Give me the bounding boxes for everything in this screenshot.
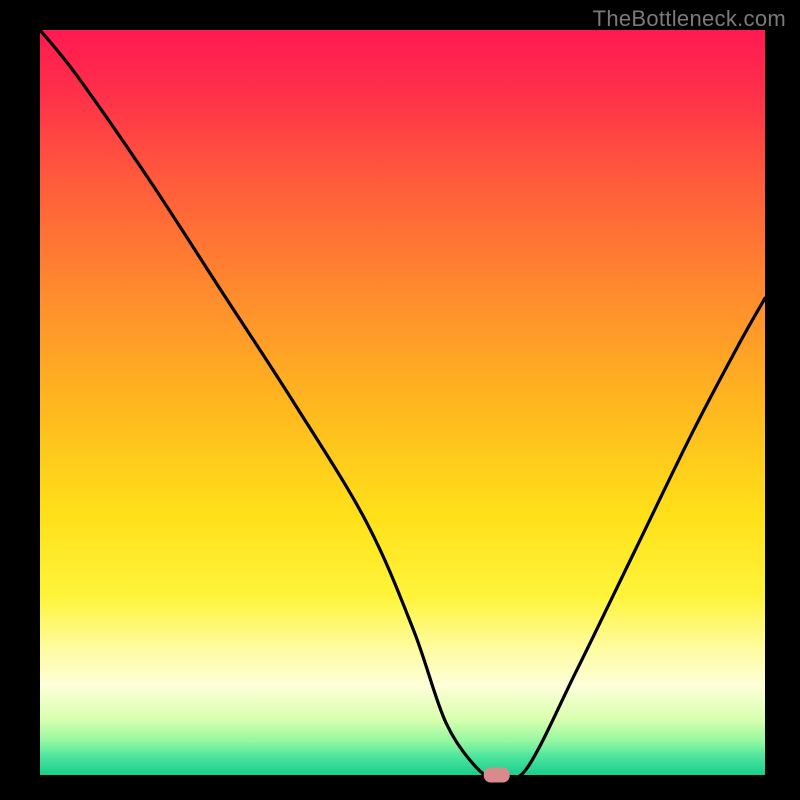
optimal-marker — [484, 768, 510, 783]
chart-container: TheBottleneck.com — [0, 0, 800, 800]
bottleneck-chart — [0, 0, 800, 800]
plot-background — [40, 30, 765, 775]
